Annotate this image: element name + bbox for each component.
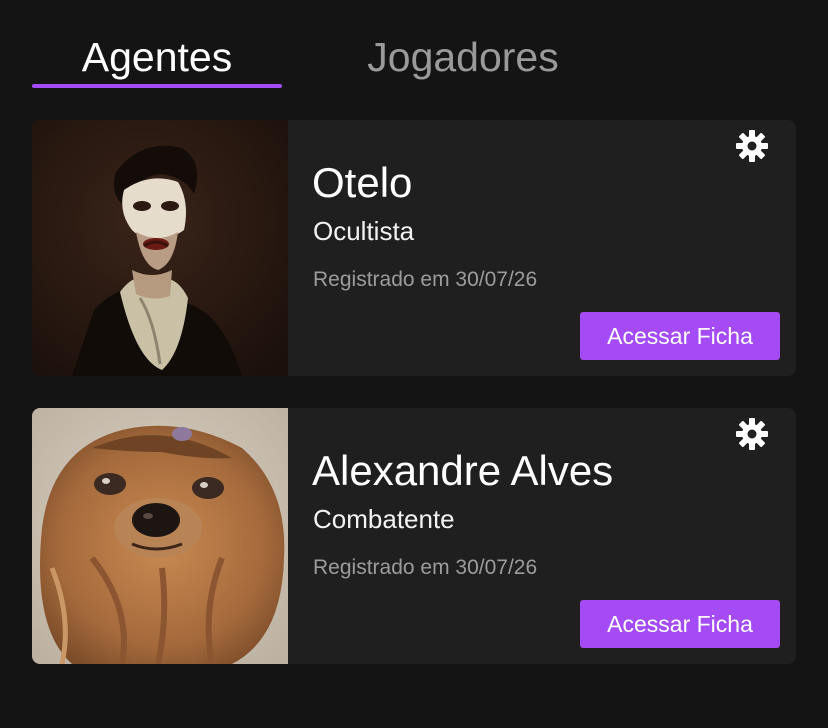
- agent-name: Alexandre Alves: [312, 447, 614, 494]
- agent-card: Otelo Ocultista Registrado em 30/07/26 A…: [32, 120, 796, 376]
- agent-card: Alexandre Alves Combatente Registrado em…: [32, 408, 796, 664]
- agent-portrait: [32, 408, 288, 664]
- gear-icon[interactable]: [734, 416, 770, 452]
- agent-registered-date: Registrado em 30/07/26: [313, 268, 538, 291]
- tab-bar: Agentes Jogadores: [32, 28, 796, 90]
- agent-class: Combatente: [313, 504, 455, 534]
- agent-portrait: [32, 120, 288, 376]
- tab-agentes[interactable]: Agentes: [32, 28, 282, 88]
- access-sheet-button[interactable]: Acessar Ficha: [580, 312, 780, 360]
- agent-class: Ocultista: [313, 216, 415, 246]
- agents-screen: Agentes Jogadores Otelo Ocultista Regist…: [0, 0, 828, 728]
- masked-man-portrait-image: [32, 120, 288, 376]
- tab-jogadores[interactable]: Jogadores: [332, 28, 594, 88]
- dog-portrait-image: [32, 408, 288, 664]
- agent-registered-date: Registrado em 30/07/26: [313, 556, 538, 579]
- gear-icon[interactable]: [734, 128, 770, 164]
- access-sheet-button[interactable]: Acessar Ficha: [580, 600, 780, 648]
- active-tab-indicator: [32, 84, 282, 88]
- agent-name: Otelo: [312, 159, 413, 206]
